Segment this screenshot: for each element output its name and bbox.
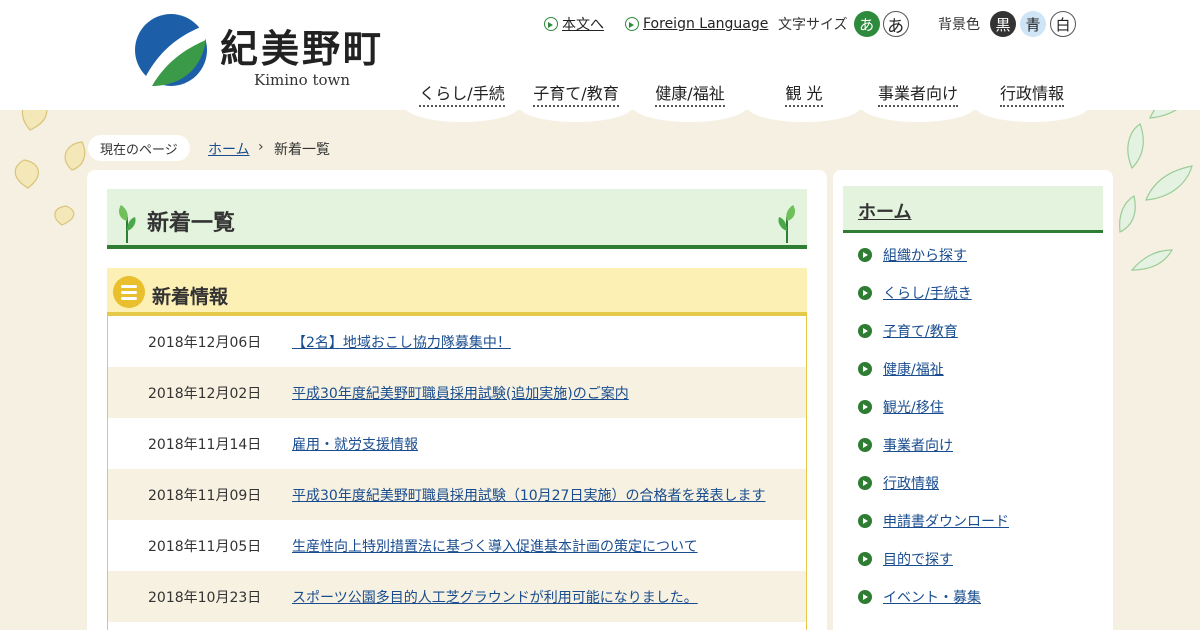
arrow-circle-icon xyxy=(858,248,872,262)
bg-black-button[interactable]: 黒 xyxy=(990,11,1016,37)
sidebar-link[interactable]: くらし/手続き xyxy=(883,283,972,303)
news-date: 2018年11月14日 xyxy=(148,436,262,453)
sidebar-link[interactable]: 観光/移住 xyxy=(883,397,944,417)
breadcrumb-current: 新着一覧 xyxy=(274,142,330,158)
sidebar-item: 子育て/教育 xyxy=(858,312,1103,350)
sidebar-item: イベント・募集 xyxy=(858,578,1103,616)
news-date: 2018年10月23日 xyxy=(148,589,262,606)
page-title: 新着一覧 xyxy=(147,211,236,236)
sidebar-list: 組織から探す くらし/手続き 子育て/教育 健康/福祉 観光/移住 事業者向け … xyxy=(858,236,1103,616)
site-header: 紀美野町 Kimino town 本文へ Foreign Language 文字… xyxy=(0,0,1200,122)
font-size-group: 文字サイズ あ あ xyxy=(778,11,909,37)
sidebar-link[interactable]: 組織から探す xyxy=(883,245,967,265)
skip-link-group: 本文へ xyxy=(544,11,604,37)
sidebar-item: 行政情報 xyxy=(858,464,1103,502)
sprout-icon xyxy=(119,205,136,243)
news-date: 2018年11月05日 xyxy=(148,538,262,555)
sidebar-item: 事業者向け xyxy=(858,426,1103,464)
news-link[interactable]: 雇用・就労支援情報 xyxy=(292,434,418,454)
sidebar-link[interactable]: イベント・募集 xyxy=(883,587,981,607)
news-heading-box: 新着情報 xyxy=(107,268,807,316)
sidebar-home-link[interactable]: ホーム xyxy=(858,198,911,224)
arrow-circle-icon xyxy=(858,590,872,604)
list-icon xyxy=(113,276,145,308)
page-title-box: 新着一覧 xyxy=(107,189,807,249)
breadcrumb-home-link[interactable]: ホーム xyxy=(208,139,250,159)
nav-label: 事業者向け xyxy=(877,84,958,107)
nav-item-kanko[interactable]: 観 光 xyxy=(747,70,861,122)
nav-label: 観 光 xyxy=(785,84,823,107)
arrow-circle-icon xyxy=(858,324,872,338)
skip-to-content-link[interactable]: 本文へ xyxy=(562,14,604,34)
nav-item-jigyosha[interactable]: 事業者向け xyxy=(861,70,975,122)
nav-item-kenko[interactable]: 健康/福祉 xyxy=(633,70,747,122)
bg-blue-button[interactable]: 青 xyxy=(1020,11,1046,37)
news-link[interactable]: 生産性向上特別措置法に基づく導入促進基本計画の策定について xyxy=(292,536,698,556)
nav-label: 健康/福祉 xyxy=(655,84,725,107)
nav-item-gyosei[interactable]: 行政情報 xyxy=(975,70,1089,122)
arrow-circle-icon xyxy=(858,514,872,528)
sidebar-heading-box: ホーム xyxy=(843,186,1103,233)
sidebar-link[interactable]: 事業者向け xyxy=(883,435,953,455)
sidebar-item: 申請書ダウンロード xyxy=(858,502,1103,540)
news-link[interactable]: 平成30年度紀美野町職員採用試験(追加実施)のご案内 xyxy=(292,383,629,403)
list-item: 2018年11月14日 雇用・就労支援情報 xyxy=(108,418,806,469)
foreign-link-group: Foreign Language xyxy=(625,11,768,37)
nav-item-kosodate[interactable]: 子育て/教育 xyxy=(519,70,633,122)
nav-label: 行政情報 xyxy=(999,84,1064,107)
foreign-language-link[interactable]: Foreign Language xyxy=(643,16,768,32)
news-link[interactable]: 平成30年度紀美野町職員採用試験（10月27日実施）の合格者を発表します xyxy=(292,485,765,505)
arrow-circle-icon xyxy=(858,476,872,490)
bg-color-group: 背景色 黒 青 白 xyxy=(938,11,1076,37)
breadcrumb-current-label: 現在のページ xyxy=(88,135,190,161)
arrow-circle-icon xyxy=(544,17,558,31)
news-link[interactable]: スポーツ公園多目的人工芝グラウンドが利用可能になりました。 xyxy=(292,587,698,607)
sprout-icon xyxy=(778,205,795,243)
sidebar-item: 健康/福祉 xyxy=(858,350,1103,388)
sidebar-link[interactable]: 行政情報 xyxy=(883,473,939,493)
arrow-circle-icon xyxy=(858,362,872,376)
site-subtitle: Kimino town xyxy=(254,71,351,89)
sidebar-item: くらし/手続き xyxy=(858,274,1103,312)
sidebar-link[interactable]: 目的で探す xyxy=(883,549,953,569)
news-heading: 新着情報 xyxy=(152,286,229,308)
nav-label: くらし/手続 xyxy=(419,84,505,107)
bg-color-label: 背景色 xyxy=(938,17,980,33)
global-nav: くらし/手続 子育て/教育 健康/福祉 観 光 事業者向け 行政情報 xyxy=(405,70,1089,122)
arrow-circle-icon xyxy=(858,438,872,452)
sidebar-item: 目的で探す xyxy=(858,540,1103,578)
bg-white-button[interactable]: 白 xyxy=(1050,11,1076,37)
sidebar-link[interactable]: 健康/福祉 xyxy=(883,359,944,379)
site-title: 紀美野町 xyxy=(220,27,385,71)
list-item: 2018年10月23日 スポーツ公園多目的人工芝グラウンドが利用可能になりました… xyxy=(108,571,806,622)
list-item: 2018年11月09日 平成30年度紀美野町職員採用試験（10月27日実施）の合… xyxy=(108,469,806,520)
list-item: 2018年12月02日 平成30年度紀美野町職員採用試験(追加実施)のご案内 xyxy=(108,367,806,418)
font-size-small-button[interactable]: あ xyxy=(853,11,880,37)
arrow-circle-icon xyxy=(625,17,639,31)
list-item: 2018年11月05日 生産性向上特別措置法に基づく導入促進基本計画の策定につい… xyxy=(108,520,806,571)
sidebar-item: 観光/移住 xyxy=(858,388,1103,426)
sidebar-item: 組織から探す xyxy=(858,236,1103,274)
news-date: 2018年11月09日 xyxy=(148,487,262,504)
sidebar-link[interactable]: 申請書ダウンロード xyxy=(883,511,1009,531)
arrow-circle-icon xyxy=(858,552,872,566)
news-date: 2018年12月02日 xyxy=(148,385,262,402)
news-list: 2018年12月06日 【2名】地域おこし協力隊募集中！ 2018年12月02日… xyxy=(107,316,807,630)
arrow-circle-icon xyxy=(858,286,872,300)
logo-mark[interactable] xyxy=(134,10,208,90)
news-date: 2018年12月06日 xyxy=(148,334,262,351)
arrow-circle-icon xyxy=(858,400,872,414)
nav-item-kurashi[interactable]: くらし/手続 xyxy=(405,70,519,122)
breadcrumb-separator: › xyxy=(258,139,264,155)
font-size-label: 文字サイズ xyxy=(778,17,848,33)
news-link[interactable]: 【2名】地域おこし協力隊募集中！ xyxy=(292,332,511,352)
nav-label: 子育て/教育 xyxy=(533,84,619,107)
list-item: 2018年12月06日 【2名】地域おこし協力隊募集中！ xyxy=(108,316,806,367)
font-size-large-button[interactable]: あ xyxy=(882,11,909,37)
sidebar-link[interactable]: 子育て/教育 xyxy=(883,321,958,341)
